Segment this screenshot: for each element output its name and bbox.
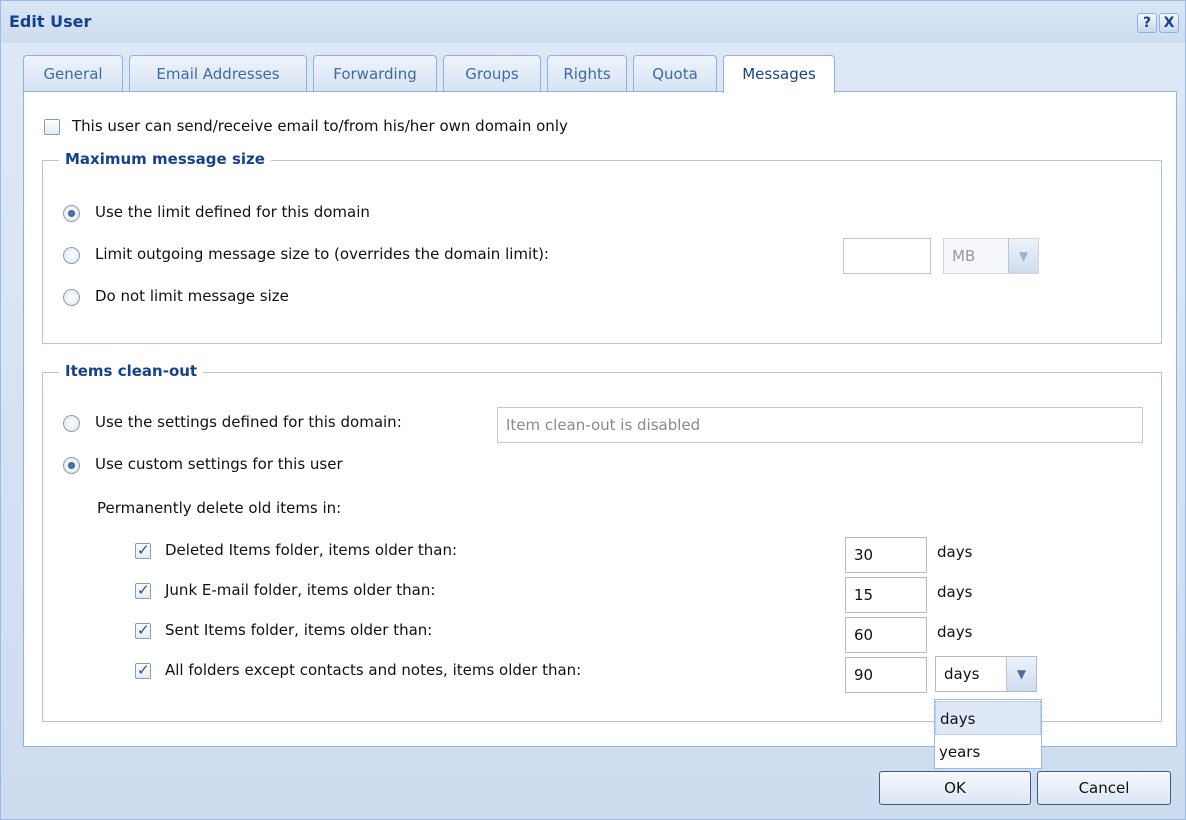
all-folders-days-input[interactable]: 90 [845,657,927,693]
use-domain-limit-radio[interactable] [63,205,80,222]
junk-email-days-input[interactable]: 15 [845,577,927,613]
own-domain-only-label: This user can send/receive email to/from… [72,117,568,135]
use-domain-limit-label: Use the limit defined for this domain [95,203,370,221]
no-limit-label: Do not limit message size [95,287,289,305]
ok-button[interactable]: OK [879,771,1031,805]
max-message-size-legend: Maximum message size [59,150,271,168]
dropdown-option-years[interactable]: years [935,735,1041,769]
tab-messages[interactable]: Messages [723,55,835,93]
junk-email-checkbox[interactable] [135,581,151,599]
tab-general[interactable]: General [23,55,123,91]
unit-dropdown-list: days years [934,699,1042,769]
tab-rights[interactable]: Rights [547,55,627,91]
edit-user-dialog: Edit User ? X General Email Addresses Fo… [0,0,1186,820]
domain-cleanout-field: Item clean-out is disabled [497,407,1143,443]
deleted-items-days-input[interactable]: 30 [845,537,927,573]
delete-heading: Permanently delete old items in: [97,499,342,517]
custom-cleanout-radio[interactable] [63,457,80,474]
help-icon[interactable]: ? [1137,13,1157,33]
message-size-unit-value: MB [952,247,976,265]
junk-email-label: Junk E-mail folder, items older than: [165,581,436,599]
close-icon[interactable]: X [1159,13,1179,33]
items-cleanout-legend: Items clean-out [59,362,204,380]
sent-items-checkbox[interactable] [135,621,151,639]
deleted-items-unit: days [937,543,973,561]
dialog-title: Edit User [9,12,92,31]
message-size-unit-select[interactable]: MB ▼ [943,238,1039,274]
junk-email-unit: days [937,583,973,601]
tab-groups[interactable]: Groups [443,55,541,91]
chevron-down-icon[interactable]: ▼ [1006,657,1036,691]
limit-outgoing-label: Limit outgoing message size to (override… [95,245,549,263]
tab-forwarding[interactable]: Forwarding [313,55,437,91]
sent-items-unit: days [937,623,973,641]
all-folders-unit-value: days [944,665,980,683]
dropdown-option-days[interactable]: days [935,701,1041,735]
all-folders-label: All folders except contacts and notes, i… [165,661,582,679]
sent-items-days-input[interactable]: 60 [845,617,927,653]
tab-email-addresses[interactable]: Email Addresses [129,55,307,91]
max-message-size-fieldset: Maximum message size Use the limit defin… [42,150,1162,344]
cancel-button[interactable]: Cancel [1037,771,1171,805]
all-folders-unit-select[interactable]: days ▼ [935,656,1037,692]
items-cleanout-fieldset: Items clean-out Use the settings defined… [42,362,1162,722]
message-size-input[interactable] [843,238,931,274]
chevron-down-icon[interactable]: ▼ [1008,239,1038,273]
limit-outgoing-radio[interactable] [63,247,80,264]
use-domain-cleanout-radio[interactable] [63,415,80,432]
custom-cleanout-label: Use custom settings for this user [95,455,343,473]
use-domain-cleanout-label: Use the settings defined for this domain… [95,413,402,431]
title-bar: Edit User ? X [1,1,1185,43]
sent-items-label: Sent Items folder, items older than: [165,621,433,639]
deleted-items-label: Deleted Items folder, items older than: [165,541,458,559]
own-domain-only-checkbox[interactable] [44,119,60,135]
deleted-items-checkbox[interactable] [135,541,151,559]
all-folders-checkbox[interactable] [135,661,151,679]
no-limit-radio[interactable] [63,289,80,306]
tab-quota[interactable]: Quota [633,55,717,91]
messages-panel: This user can send/receive email to/from… [23,91,1177,747]
